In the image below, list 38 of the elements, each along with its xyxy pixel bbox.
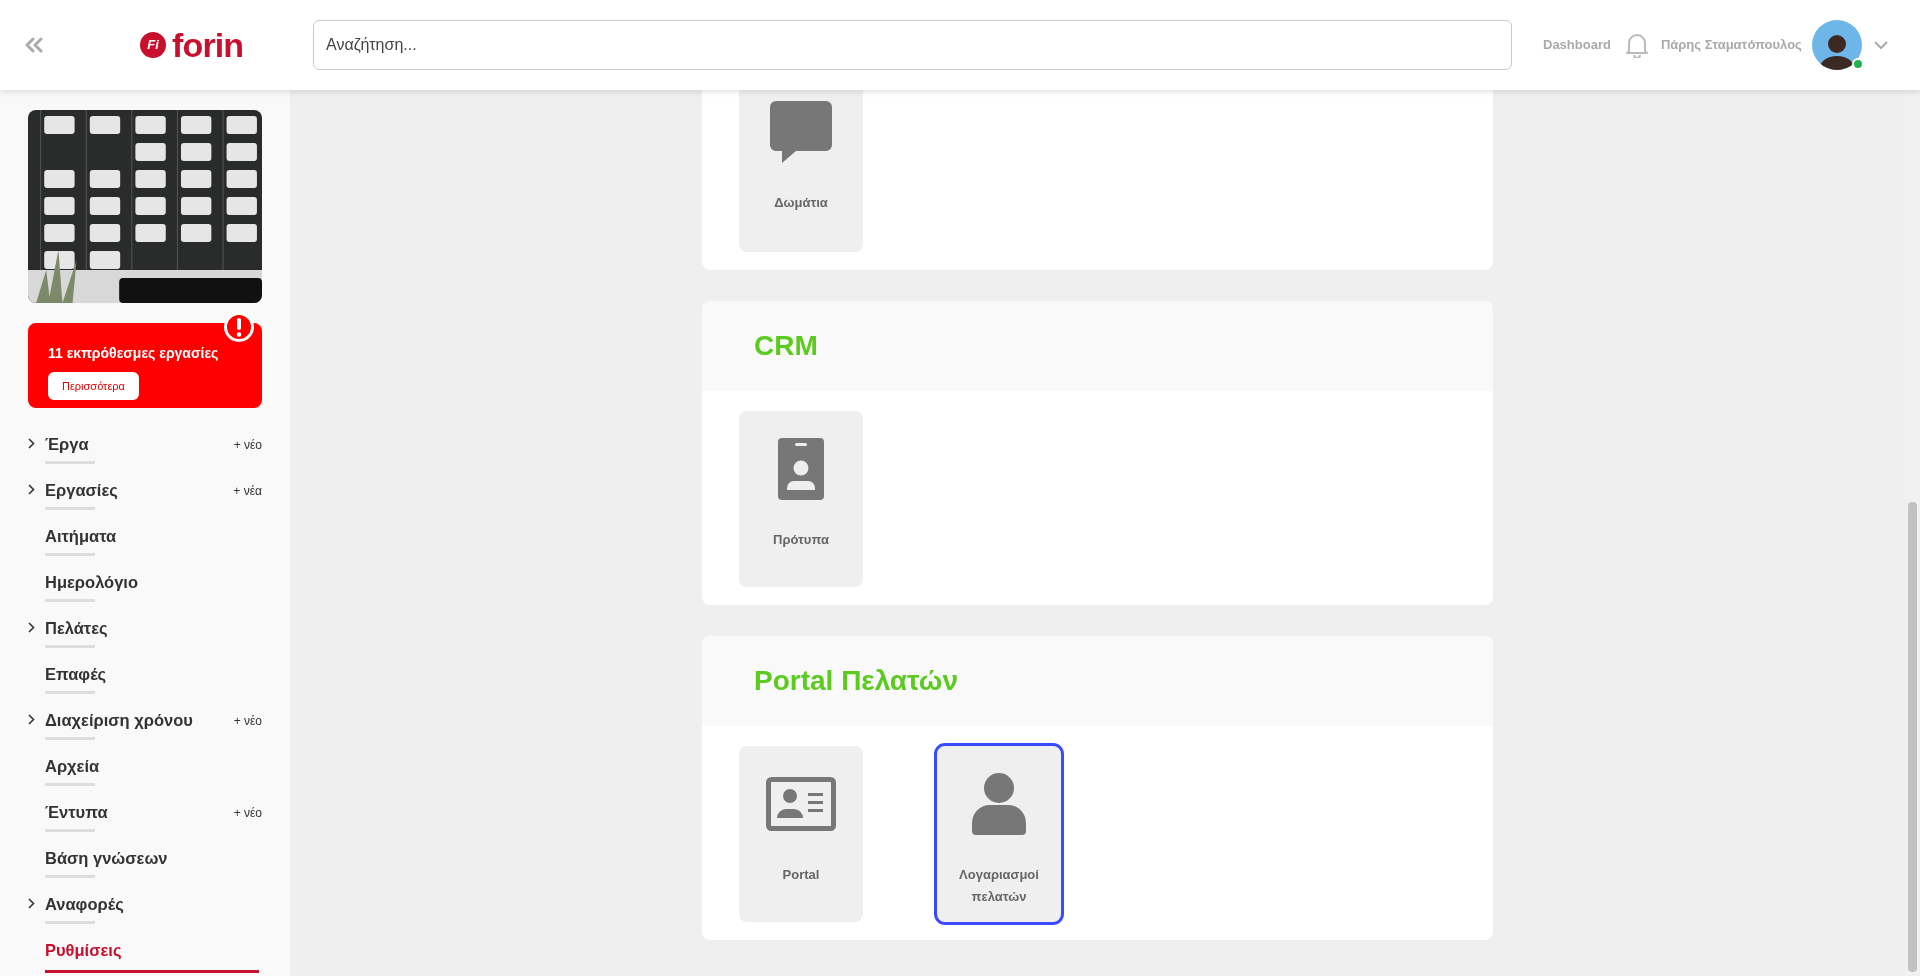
sidebar-item[interactable]: Αρχεία [45,745,100,789]
new-link[interactable]: + νέο [233,804,262,822]
scrollbar-thumb[interactable] [1908,502,1917,972]
chevron-right-icon[interactable] [28,484,35,495]
new-link[interactable]: + νέα [233,482,262,500]
chevron-right-icon[interactable] [28,714,35,725]
avatar[interactable] [1811,20,1862,70]
sidebar-item[interactable]: Επαφές [45,653,107,697]
logo-text: forin [172,28,244,62]
logo-icon: Fi [140,32,166,58]
chevron-right-icon[interactable] [28,438,35,449]
chevron-right-icon[interactable] [28,622,35,633]
settings-tile[interactable]: Δωμάτια [739,90,863,252]
sidebar-item[interactable]: Αιτήματα [45,515,117,559]
chevron-right-icon[interactable] [28,898,35,909]
contact-card-icon [766,777,836,831]
search-field[interactable]: Αναζήτηση... [313,20,1512,70]
person-icon [972,773,1026,835]
settings-tile[interactable]: Πρότυπα [739,411,863,587]
new-link[interactable]: + νέο [233,436,262,454]
sidebar-item[interactable]: Ρυθμίσεις [45,929,259,973]
alert-text: 11 εκπρόθεσμες εργασίες [48,344,220,363]
settings-tile[interactable]: Portal [739,746,863,922]
sidebar-item[interactable]: Βάση γνώσεων [45,837,168,881]
section-title: Portal Πελατών [754,664,959,698]
more-button[interactable]: Περισσότερα [48,372,139,400]
speech-bubble-icon [770,101,832,163]
id-badge-icon [778,438,824,500]
sidebar-item[interactable]: Εργασίες [45,469,118,513]
section-title: CRM [754,329,818,363]
sidebar-item[interactable]: Έργα [45,423,89,467]
sidebar-item[interactable]: Ημερολόγιο [45,561,139,605]
settings-tile[interactable]: Λογαριασμοί πελατών [937,746,1061,922]
sidebar-item[interactable]: Αναφορές [45,883,124,927]
sidebar-item[interactable]: Διαχείριση χρόνου [45,699,193,743]
sidebar-item[interactable]: Έντυπα [45,791,108,835]
sidebar-item[interactable]: Πελάτες [45,607,108,651]
new-link[interactable]: + νέο [233,712,262,730]
